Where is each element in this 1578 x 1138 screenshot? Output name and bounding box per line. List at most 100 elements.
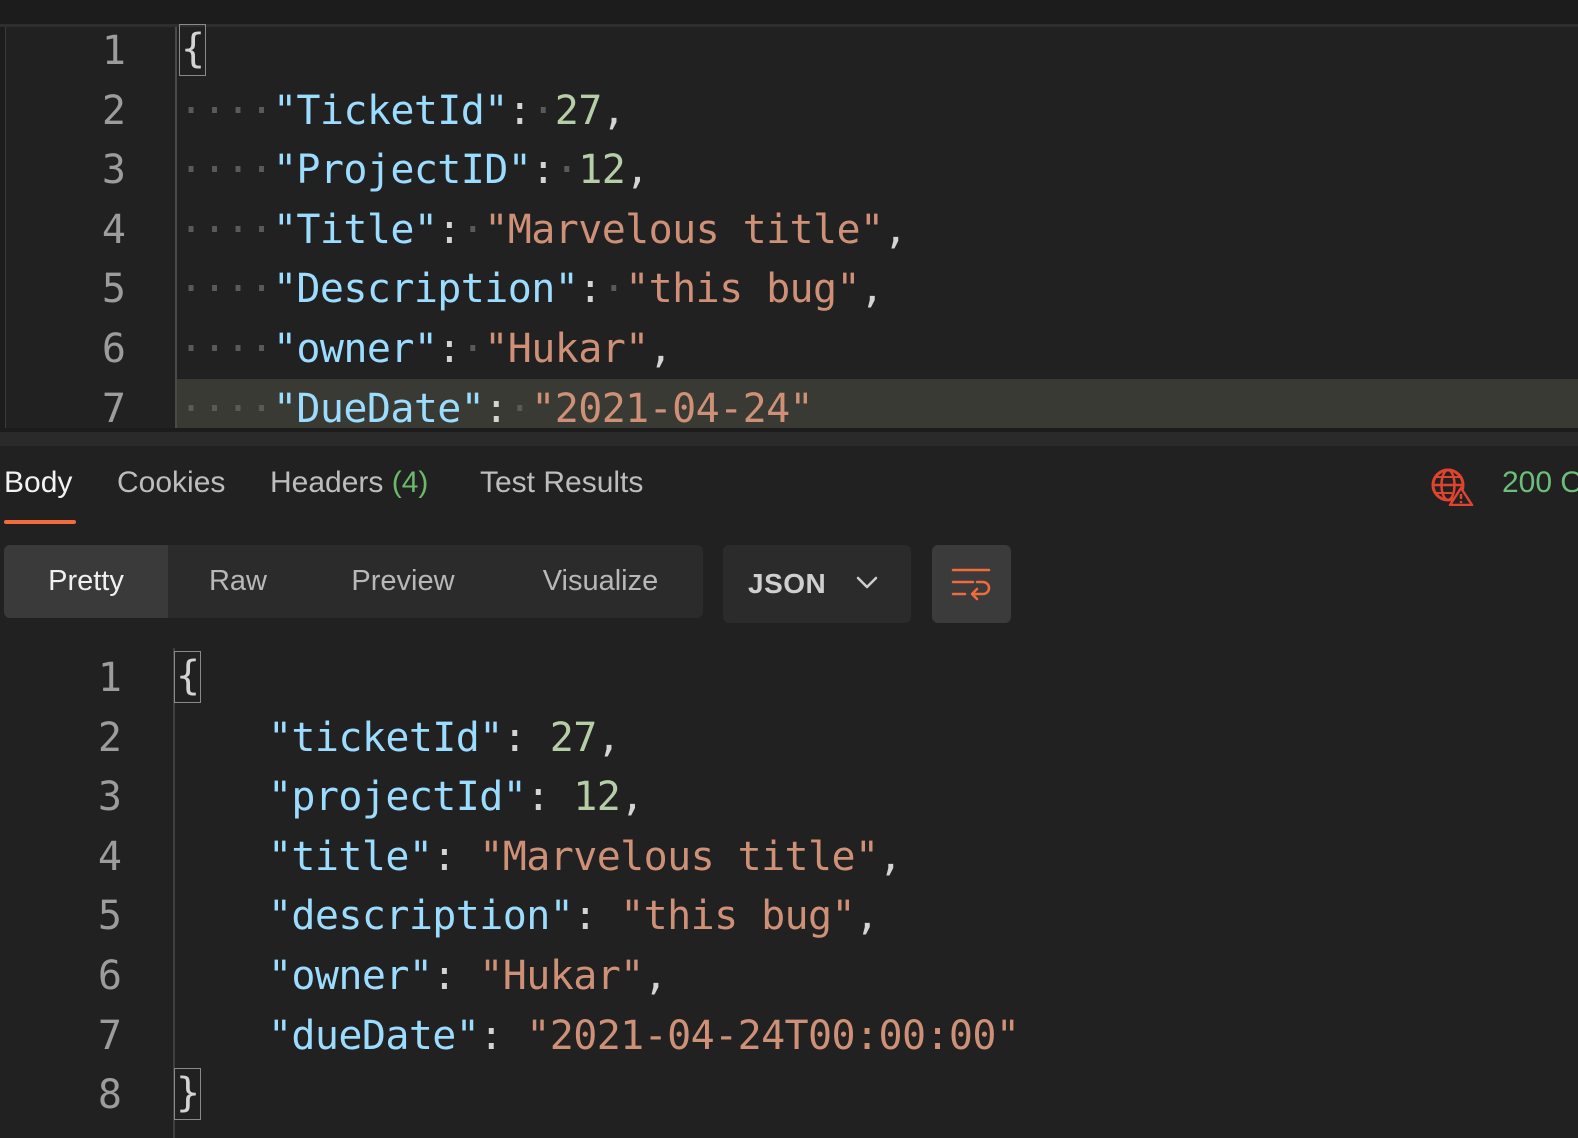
json-comma: , (596, 714, 621, 761)
tab-headers[interactable]: Headers (4) (270, 466, 428, 500)
json-value: "Hukar" (484, 326, 649, 372)
json-colon: : (573, 893, 597, 940)
word-wrap-button[interactable] (932, 545, 1011, 623)
headers-count-badge: (4) (391, 466, 429, 499)
json-key: "title" (267, 833, 433, 880)
json-value: 12 (578, 147, 626, 194)
code-line: 6 ····"owner":·"Hukar", (6, 319, 1576, 379)
json-key: "dueDate" (267, 1012, 480, 1059)
tab-test-results[interactable]: Test Results (480, 466, 643, 500)
json-colon: : (437, 326, 461, 372)
code-text: ····"DueDate":·"2021-04-24" (179, 379, 814, 432)
tab-cookies[interactable]: Cookies (117, 466, 225, 500)
code-text: ····"owner":·"Hukar", (179, 319, 673, 379)
json-key: "Title" (272, 206, 438, 253)
json-value: 12 (573, 774, 621, 821)
json-value: 27 (549, 714, 598, 761)
json-value: "Hukar" (479, 953, 644, 999)
line-number: 8 (97, 1072, 122, 1119)
json-key: "ticketId" (267, 714, 503, 761)
json-space (597, 893, 620, 939)
line-number: 3 (97, 774, 122, 821)
code-line: 1{ (0, 648, 1570, 708)
code-text: "projectId": 12, (174, 767, 644, 827)
code-line: 4 ····"Title":·"Marvelous title", (6, 200, 1576, 260)
line-number: 7 (101, 385, 126, 432)
json-key: "owner" (272, 326, 438, 372)
pane-divider[interactable] (0, 432, 1578, 446)
json-value: "this bug" (625, 266, 861, 313)
json-colon: : (531, 147, 555, 194)
line-number: 5 (101, 266, 126, 313)
json-comma: , (860, 266, 884, 313)
indent-whitespace: ···· (179, 326, 274, 372)
code-text: ····"Title":·"Marvelous title", (179, 200, 908, 260)
code-line: 4 "title": "Marvelous title", (0, 827, 1570, 887)
line-number: 4 (101, 206, 126, 253)
json-comma: , (625, 147, 649, 194)
json-space (456, 834, 479, 880)
json-colon: : (479, 1012, 503, 1059)
code-line: 7 ····"DueDate":·"2021-04-24" (6, 379, 1576, 432)
raw-button[interactable]: Raw (168, 545, 308, 618)
code-text: ····"Description":·"this bug", (179, 259, 884, 319)
json-colon: : (507, 87, 532, 134)
format-select[interactable]: JSON (723, 545, 911, 623)
line-number: 1 (101, 28, 126, 74)
indent-whitespace: ···· (179, 266, 274, 313)
code-line: 2 ····"TicketId":·27, (6, 81, 1576, 141)
json-space: · (531, 87, 555, 134)
indent-whitespace: ···· (179, 87, 274, 134)
json-colon: : (484, 385, 508, 432)
tab-body[interactable]: Body (4, 466, 72, 500)
json-colon: : (432, 953, 456, 999)
json-comma: , (883, 206, 907, 253)
line-number: 5 (97, 893, 122, 940)
visualize-button[interactable]: Visualize (498, 545, 703, 618)
active-tab-indicator (4, 520, 76, 524)
line-number: 4 (97, 833, 122, 880)
code-text: ····"ProjectID":·12, (179, 140, 649, 200)
code-line: 5 ····"Description":·"this bug", (6, 259, 1576, 319)
json-value: 27 (554, 87, 603, 134)
json-colon: : (437, 206, 461, 253)
json-value: "Marvelous title" (484, 206, 884, 253)
code-text: "title": "Marvelous title", (174, 827, 903, 887)
line-number: 6 (97, 953, 122, 999)
json-space (503, 1013, 526, 1059)
json-space: · (507, 385, 532, 432)
request-body-editor[interactable]: 1{2 ····"TicketId":·27, 3 ····"ProjectID":·… (0, 0, 1578, 432)
json-space (456, 953, 479, 999)
matching-brace: } (174, 1068, 202, 1121)
status-code[interactable]: 200 O (1502, 466, 1578, 500)
pretty-button[interactable]: Pretty (4, 545, 168, 618)
indent-whitespace: ···· (179, 147, 274, 194)
json-value: "Marvelous title" (479, 833, 879, 880)
format-select-value: JSON (748, 568, 827, 599)
line-number: 7 (97, 1012, 122, 1059)
network-warning[interactable] (1430, 466, 1474, 507)
json-key: "Description" (272, 266, 579, 313)
response-body-viewer[interactable]: 1{2 "ticketId": 27, 3 "projectId": 12, 4 "… (0, 648, 1578, 1138)
line-number: 1 (97, 655, 122, 701)
indent-whitespace: ···· (179, 206, 274, 253)
json-comma: , (643, 953, 668, 999)
json-colon: : (502, 714, 527, 761)
code-text: "owner": "Hukar", (174, 946, 668, 1006)
json-colon: : (526, 774, 550, 821)
preview-button[interactable]: Preview (308, 545, 498, 618)
request-editor-surface[interactable]: 1{2 ····"TicketId":·27, 3 ····"ProjectID":·… (5, 24, 1578, 432)
json-space: · (460, 326, 485, 372)
json-space: · (460, 206, 485, 253)
line-number: 2 (101, 87, 126, 134)
code-text: ····"TicketId":·27, (179, 81, 626, 141)
json-key: "description" (267, 893, 574, 940)
view-mode-toggle: Pretty Raw Preview Visualize (4, 545, 703, 618)
json-value: "2021-04-24T00:00:00" (526, 1012, 1020, 1059)
response-tabs: Body Cookies Headers (4) Test Results (0, 446, 1578, 526)
line-number: 2 (97, 714, 122, 761)
